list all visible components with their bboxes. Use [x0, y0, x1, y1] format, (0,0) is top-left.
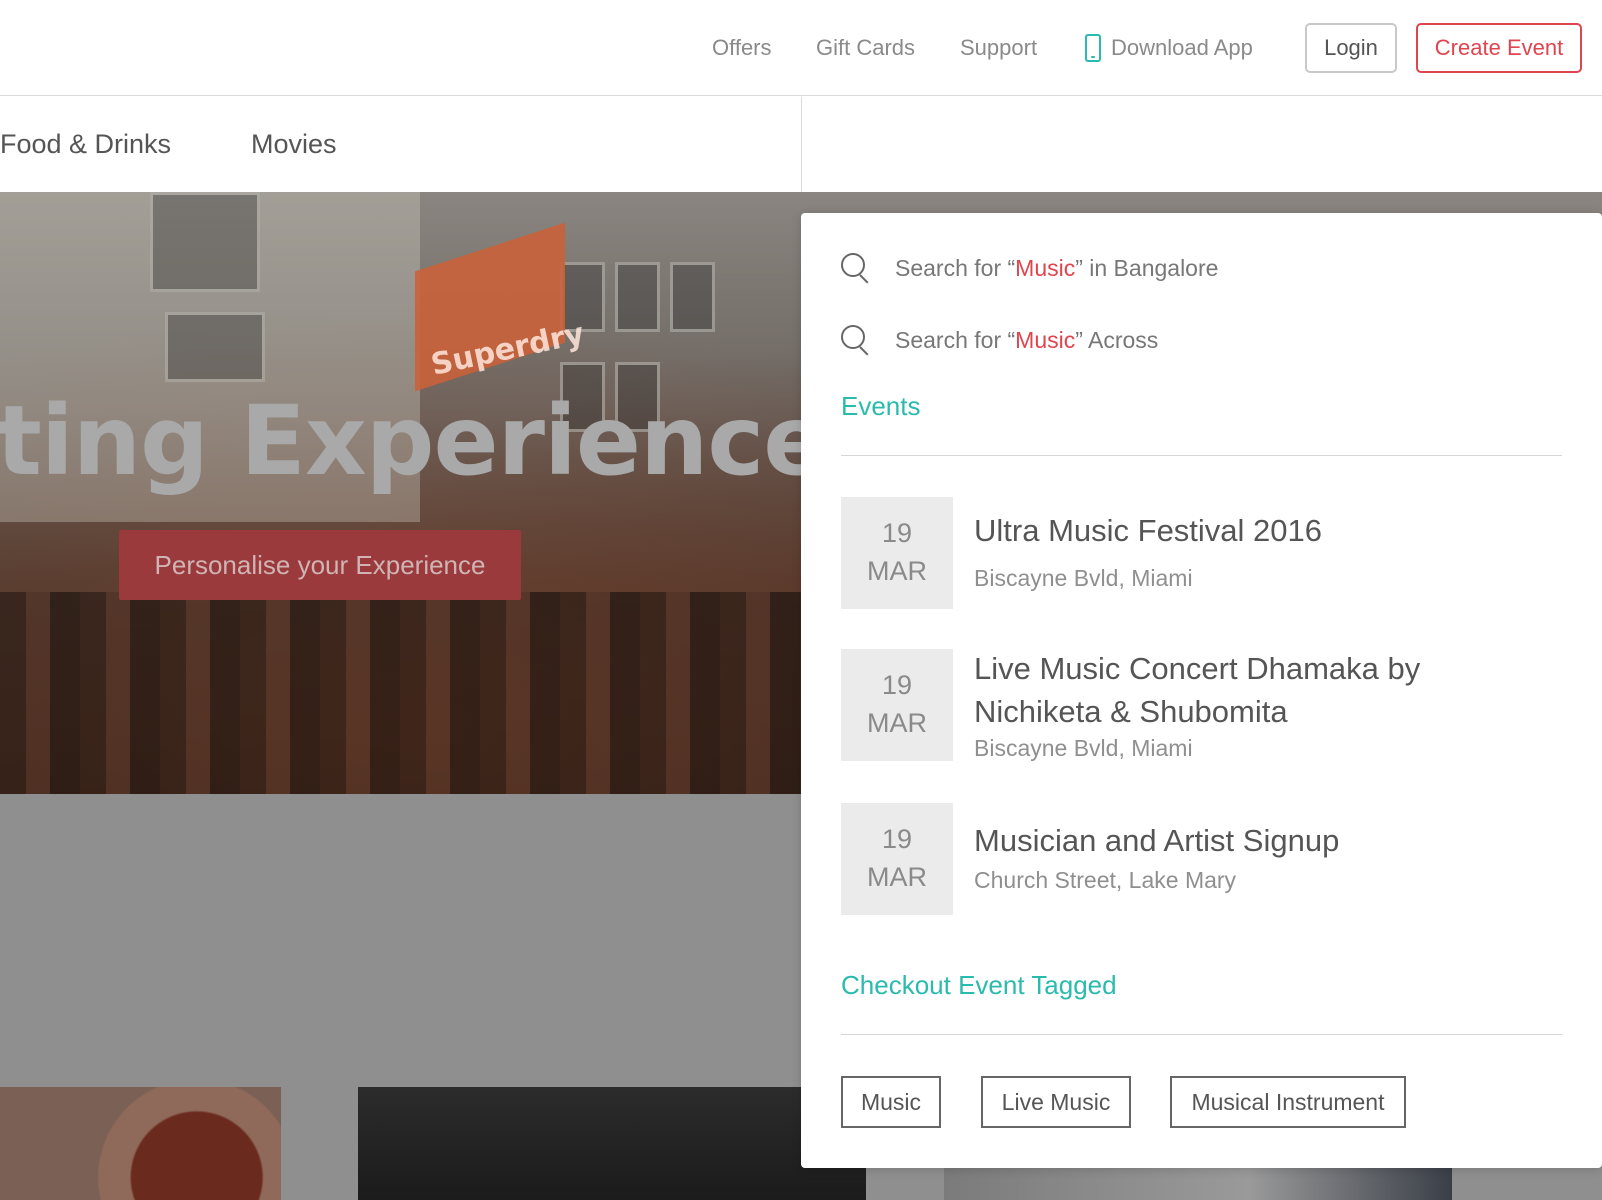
event-date: 19 MAR — [841, 649, 953, 761]
search-icon — [841, 325, 871, 355]
search-query: Music — [1015, 254, 1076, 281]
event-day: 19 — [881, 824, 913, 854]
event-location: Church Street, Lake Mary — [974, 867, 1237, 893]
nav-support[interactable]: Support — [960, 0, 1037, 96]
nav-offers-label[interactable]: Offers — [712, 35, 772, 61]
personalise-button[interactable]: Personalise your Experience — [119, 530, 521, 600]
search-dropdown: Search for “Music” in Bangalore Search f… — [801, 213, 1602, 1168]
divider — [841, 1034, 1562, 1035]
event-month: MAR — [867, 862, 927, 892]
nav-gift-cards[interactable]: Gift Cards — [816, 0, 915, 96]
search-suggestion-across[interactable]: Search for “Music” Across — [841, 320, 1158, 360]
event-month: MAR — [867, 556, 927, 586]
event-title[interactable]: Live Music Concert Dhamaka by Nichiketa … — [974, 647, 1544, 733]
events-section-title: Events — [841, 391, 921, 421]
tag-musical-instrument[interactable]: Musical Instrument — [1170, 1076, 1406, 1128]
event-day: 19 — [881, 670, 913, 700]
create-event-button[interactable]: Create Event — [1416, 23, 1582, 73]
event-location: Biscayne Bvld, Miami — [974, 735, 1193, 761]
window — [150, 192, 260, 292]
search-icon — [841, 253, 871, 283]
event-day: 19 — [881, 518, 913, 548]
event-result[interactable]: 19 MAR Musician and Artist Signup Church… — [841, 803, 1561, 915]
event-title[interactable]: Musician and Artist Signup — [974, 819, 1544, 862]
login-button[interactable]: Login — [1305, 23, 1397, 73]
category-bar: Food & Drinks Movies — [0, 97, 801, 192]
event-card-image[interactable] — [0, 1087, 281, 1200]
window — [670, 262, 715, 332]
divider — [841, 455, 1562, 456]
download-app-link[interactable]: Download App — [1085, 0, 1253, 96]
category-food-drinks[interactable]: Food & Drinks — [0, 129, 171, 160]
search-bar-area[interactable] — [801, 97, 1602, 192]
suggestion-suffix: ” Across — [1075, 326, 1159, 353]
tags-section-title: Checkout Event Tagged — [841, 970, 1117, 1000]
event-result[interactable]: 19 MAR Live Music Concert Dhamaka by Nic… — [841, 649, 1561, 761]
event-date: 19 MAR — [841, 497, 953, 609]
nav-support-label[interactable]: Support — [960, 35, 1037, 61]
category-movies[interactable]: Movies — [251, 129, 337, 160]
suggestion-prefix: Search for “ — [895, 254, 1016, 281]
tag-music[interactable]: Music — [841, 1076, 941, 1128]
nav-offers[interactable]: Offers — [712, 0, 772, 96]
window — [165, 312, 265, 382]
download-app-label[interactable]: Download App — [1111, 35, 1253, 61]
event-date: 19 MAR — [841, 803, 953, 915]
event-month: MAR — [867, 708, 927, 738]
top-header: Offers Gift Cards Support Download App L… — [0, 0, 1602, 96]
event-title[interactable]: Ultra Music Festival 2016 — [974, 509, 1544, 552]
window — [615, 262, 660, 332]
tag-live-music[interactable]: Live Music — [981, 1076, 1131, 1128]
suggestion-suffix: ” in Bangalore — [1075, 254, 1219, 281]
suggestion-prefix: Search for “ — [895, 326, 1016, 353]
phone-icon — [1085, 34, 1101, 62]
search-query: Music — [1015, 326, 1076, 353]
event-location: Biscayne Bvld, Miami — [974, 565, 1193, 591]
event-card-image[interactable] — [358, 1087, 866, 1200]
search-suggestion-city[interactable]: Search for “Music” in Bangalore — [841, 248, 1218, 288]
nav-gift-cards-label[interactable]: Gift Cards — [816, 35, 915, 61]
event-result[interactable]: 19 MAR Ultra Music Festival 2016 Biscayn… — [841, 497, 1561, 609]
